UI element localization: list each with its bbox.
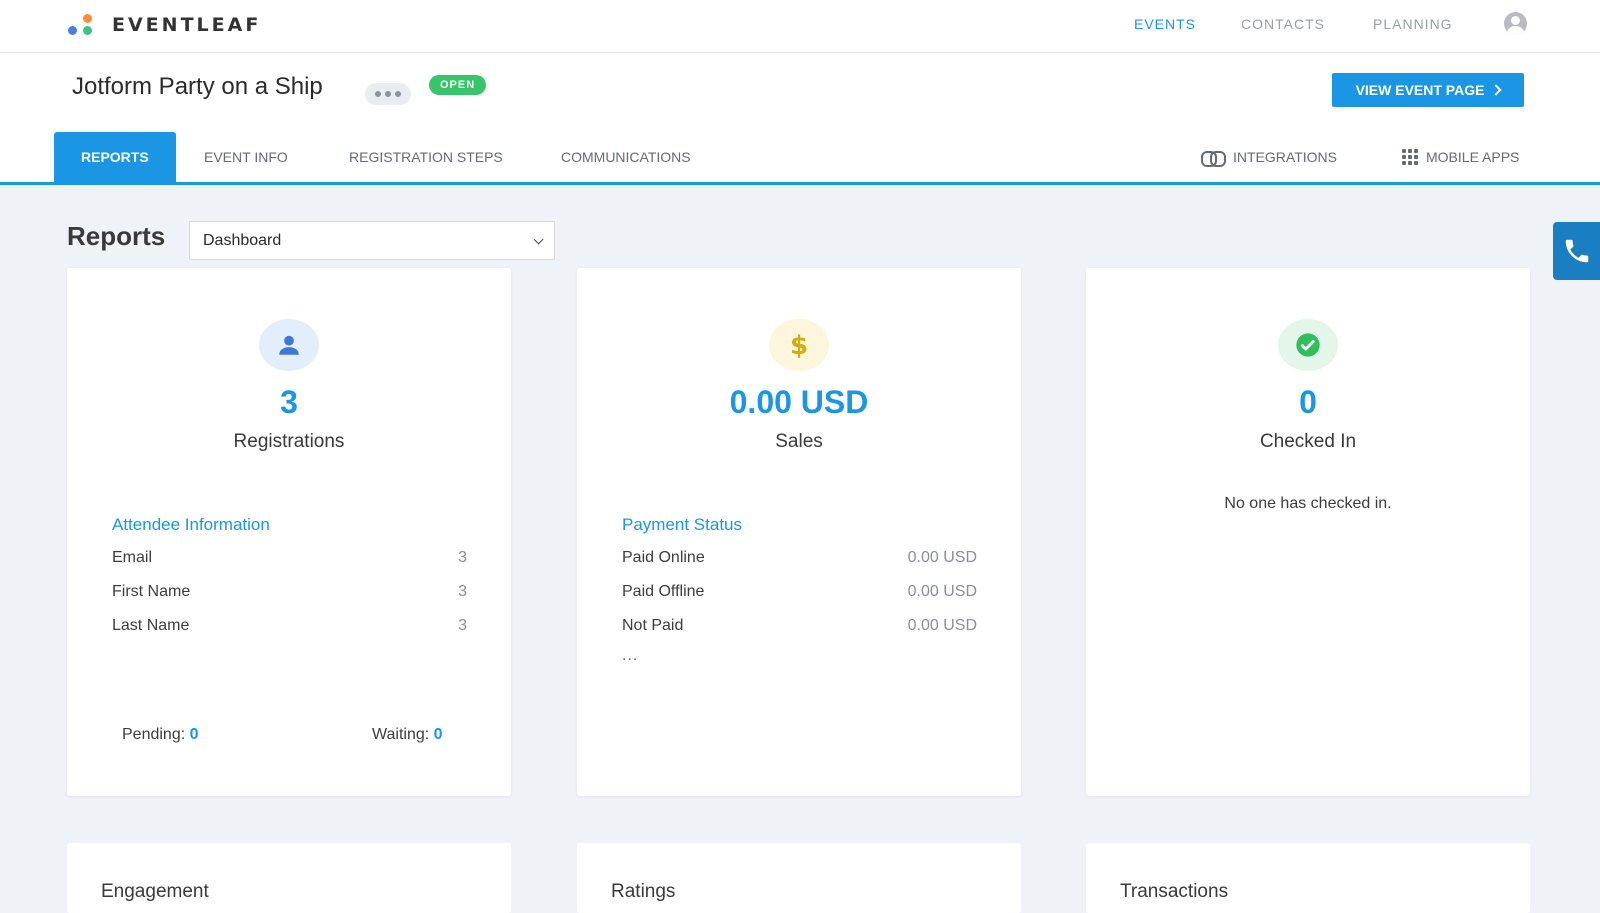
tab-reports[interactable]: REPORTS [54, 132, 176, 182]
event-status-badge: OPEN [429, 75, 487, 95]
tab-event-info[interactable]: EVENT INFO [204, 132, 288, 182]
list-item: Paid Online 0.00 USD [622, 549, 977, 567]
pending-label: Pending: [122, 726, 186, 743]
tab-communications[interactable]: COMMUNICATIONS [561, 132, 691, 182]
apps-grid-icon [1402, 149, 1418, 165]
waiting-value[interactable]: 0 [434, 726, 443, 743]
chevron-down-icon [533, 234, 544, 245]
row-value: 3 [458, 617, 467, 634]
row-label: Paid Offline [622, 583, 705, 600]
tabs-underline [0, 182, 1600, 185]
list-item: First Name 3 [112, 583, 467, 601]
transactions-card: Transactions [1086, 843, 1530, 913]
row-label: Not Paid [622, 617, 684, 634]
row-value: 3 [458, 549, 467, 566]
nav-planning[interactable]: PLANNING [1373, 16, 1453, 32]
event-tabs: REPORTS EVENT INFO REGISTRATION STEPS CO… [0, 132, 1600, 185]
waiting-count: Waiting: 0 [372, 726, 443, 744]
registrations-count: 3 [280, 384, 298, 420]
attendee-information-link[interactable]: Attendee Information [112, 515, 270, 535]
chevron-right-icon [1490, 84, 1503, 96]
brand-name: EVENTLEAF [112, 14, 262, 36]
sales-label: Sales [775, 431, 823, 452]
row-value: 0.00 USD [907, 583, 977, 600]
registrations-label: Registrations [233, 431, 345, 452]
more-options-button[interactable] [365, 83, 411, 105]
pending-count: Pending: 0 [122, 726, 199, 744]
checked-in-count: 0 [1299, 384, 1317, 420]
row-label: Paid Online [622, 549, 705, 566]
registrations-card: 3 Registrations Attendee Information Ema… [67, 268, 511, 796]
dollar-icon: $ [769, 319, 829, 371]
reports-title: Reports [67, 221, 166, 251]
event-title: Jotform Party on a Ship [72, 73, 323, 100]
user-avatar-icon[interactable] [1504, 12, 1527, 35]
more-payment-rows[interactable]: ... [622, 647, 638, 665]
nav-events[interactable]: EVENTS [1134, 16, 1196, 32]
dot-icon [385, 91, 391, 97]
ratings-card: Ratings [577, 843, 1021, 913]
tab-integrations[interactable]: INTEGRATIONS [1201, 132, 1337, 182]
waiting-label: Waiting: [372, 726, 430, 743]
phone-icon [1565, 239, 1588, 263]
nav-contacts[interactable]: CONTACTS [1241, 16, 1325, 32]
row-value: 0.00 USD [907, 617, 977, 634]
list-item: Last Name 3 [112, 617, 467, 635]
report-type-select[interactable]: Dashboard [189, 221, 555, 260]
tab-mobile-apps-label: MOBILE APPS [1426, 149, 1520, 165]
brand-logo[interactable]: EVENTLEAF [66, 11, 261, 39]
row-value: 0.00 USD [907, 549, 977, 566]
list-item: Not Paid 0.00 USD [622, 617, 977, 635]
checked-in-card: 0 Checked In No one has checked in. [1086, 268, 1530, 796]
tab-registration-steps[interactable]: REGISTRATION STEPS [349, 132, 503, 182]
payment-status-link[interactable]: Payment Status [622, 515, 742, 535]
list-item: Email 3 [112, 549, 467, 567]
link-icon [1201, 151, 1226, 167]
list-item: Paid Offline 0.00 USD [622, 583, 977, 601]
checked-in-label: Checked In [1259, 431, 1357, 452]
pending-value[interactable]: 0 [190, 726, 199, 743]
view-event-page-label: VIEW EVENT PAGE [1355, 82, 1485, 98]
event-header: Jotform Party on a Ship OPEN VIEW EVENT … [0, 53, 1600, 185]
logo-dots-icon [66, 12, 96, 38]
person-icon [259, 319, 319, 371]
dot-icon [395, 91, 401, 97]
sales-total: 0.00 USD [729, 384, 869, 420]
phone-support-button[interactable] [1553, 222, 1600, 280]
report-select-value: Dashboard [203, 231, 282, 249]
row-label: First Name [112, 583, 191, 600]
sales-card: $ 0.00 USD Sales Payment Status Paid Onl… [577, 268, 1021, 796]
row-label: Last Name [112, 617, 190, 634]
view-event-page-button[interactable]: VIEW EVENT PAGE [1332, 73, 1524, 107]
tab-mobile-apps[interactable]: MOBILE APPS [1402, 132, 1519, 182]
check-circle-icon [1278, 319, 1338, 371]
checked-in-empty-message: No one has checked in. [1224, 495, 1392, 512]
top-bar: EVENTLEAF EVENTS CONTACTS PLANNING [0, 0, 1600, 53]
tab-integrations-label: INTEGRATIONS [1233, 149, 1337, 165]
engagement-card: Engagement [67, 843, 511, 913]
row-label: Email [112, 549, 153, 566]
row-value: 3 [458, 583, 467, 600]
svg-text:$: $ [790, 331, 808, 360]
dot-icon [375, 91, 381, 97]
